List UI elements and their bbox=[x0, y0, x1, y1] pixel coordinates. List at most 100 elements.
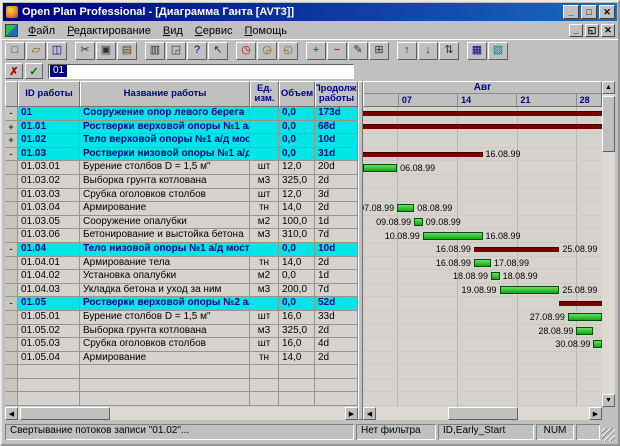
table-row[interactable]: 01.03.06Бетонирование и выстойка бетонам… bbox=[5, 229, 358, 243]
gantt-horizontal-scrollbar[interactable]: ◀ ▶ bbox=[363, 407, 602, 420]
gantt-bar[interactable] bbox=[363, 164, 397, 172]
gantt-bar[interactable] bbox=[576, 327, 593, 335]
table-row[interactable] bbox=[5, 392, 358, 406]
vscroll-thumb[interactable] bbox=[602, 96, 615, 152]
table-row[interactable]: -01Сооружение опор левого берега0,0173d bbox=[5, 107, 358, 121]
table-row[interactable]: 01.04.02Установка опалубким20,01d bbox=[5, 270, 358, 284]
resize-grip[interactable] bbox=[602, 428, 615, 441]
cut-button[interactable]: ✂ bbox=[75, 42, 95, 60]
time-analysis-button[interactable]: ◷ bbox=[236, 42, 256, 60]
edit-field[interactable]: 01 bbox=[48, 64, 354, 79]
help-button[interactable]: ? bbox=[187, 42, 207, 60]
menu-item-2[interactable]: Вид bbox=[157, 24, 189, 38]
paste-button[interactable]: ▤ bbox=[117, 42, 137, 60]
column-header-unit[interactable]: Ед. изм. bbox=[250, 81, 279, 107]
baseline-clock-button[interactable]: ◵ bbox=[278, 42, 298, 60]
table-view-button[interactable]: ▧ bbox=[488, 42, 508, 60]
gantt-hscroll-thumb[interactable] bbox=[448, 407, 518, 420]
column-header-volume[interactable]: Объем bbox=[279, 81, 315, 107]
child-restore-button[interactable]: ◱ bbox=[585, 24, 599, 37]
table-horizontal-scrollbar[interactable]: ◀ ▶ bbox=[5, 407, 358, 420]
scroll-right-arrow[interactable]: ▶ bbox=[345, 407, 358, 420]
table-row[interactable]: 01.05.01Бурение столбов D = 1,5 м"шт16,0… bbox=[5, 311, 358, 325]
gantt-scroll-right-arrow[interactable]: ▶ bbox=[589, 407, 602, 420]
menu-item-1[interactable]: Редактирование bbox=[61, 24, 157, 38]
gantt-bar[interactable] bbox=[559, 301, 602, 306]
table-hscroll-thumb[interactable] bbox=[20, 407, 110, 420]
save-file-button[interactable]: ◫ bbox=[47, 42, 67, 60]
scroll-left-arrow[interactable]: ◀ bbox=[5, 407, 18, 420]
table-hscroll-track[interactable] bbox=[18, 407, 345, 420]
menu-item-3[interactable]: Сервис bbox=[189, 24, 239, 38]
table-row[interactable]: +01.01Ростверки верховой опоры №1 а/д0,0… bbox=[5, 121, 358, 135]
cell-expand[interactable]: + bbox=[5, 121, 18, 135]
maximize-button[interactable]: □ bbox=[581, 5, 597, 19]
table-row[interactable] bbox=[5, 379, 358, 393]
gantt-bar[interactable] bbox=[414, 218, 423, 226]
gantt-bar[interactable] bbox=[397, 204, 414, 212]
column-header-name[interactable]: Название работы bbox=[80, 81, 250, 107]
table-row[interactable] bbox=[5, 365, 358, 379]
gantt-bar[interactable] bbox=[363, 111, 602, 116]
table-row[interactable]: 01.03.05Сооружение опалубким2100,01d bbox=[5, 216, 358, 230]
cancel-edit-button[interactable]: ✗ bbox=[5, 63, 23, 79]
table-row[interactable]: 01.04.01Армирование телатн14,02d bbox=[5, 257, 358, 271]
table-row[interactable]: 01.04.03Укладка бетона и уход за нимм320… bbox=[5, 284, 358, 298]
column-header-id[interactable]: ID работы bbox=[18, 81, 80, 107]
delete-activity-button[interactable]: − bbox=[327, 42, 347, 60]
child-close-button[interactable]: ✕ bbox=[601, 24, 615, 37]
copy-button[interactable]: ▣ bbox=[96, 42, 116, 60]
table-row[interactable]: -01.05Ростверки верховой опоры №2 а/д0,0… bbox=[5, 297, 358, 311]
add-activity-button[interactable]: + bbox=[306, 42, 326, 60]
move-down-button[interactable]: ↓ bbox=[418, 42, 438, 60]
print-preview-button[interactable]: ◲ bbox=[166, 42, 186, 60]
scroll-down-arrow[interactable]: ▼ bbox=[602, 394, 615, 407]
open-file-button[interactable]: ▱ bbox=[26, 42, 46, 60]
column-header-duration[interactable]: Продолж. работы bbox=[315, 81, 358, 107]
link-activities-button[interactable]: ⊞ bbox=[369, 42, 389, 60]
close-button[interactable]: ✕ bbox=[599, 5, 615, 19]
table-row[interactable]: -01.04Тело низовой опоры №1 а/д моста0,0… bbox=[5, 243, 358, 257]
cell-expand[interactable]: - bbox=[5, 243, 18, 257]
gantt-hscroll-track[interactable] bbox=[376, 407, 589, 420]
print-button[interactable]: ▥ bbox=[145, 42, 165, 60]
context-help-button[interactable]: ↖ bbox=[208, 42, 228, 60]
gantt-bar[interactable] bbox=[474, 259, 491, 267]
minimize-button[interactable]: _ bbox=[563, 5, 579, 19]
outline-button[interactable]: ⇅ bbox=[439, 42, 459, 60]
table-row[interactable]: -01.03Ростверки низовой опоры №1 а/д м0,… bbox=[5, 148, 358, 162]
cell-expand[interactable]: + bbox=[5, 134, 18, 148]
vertical-scrollbar[interactable]: ▲ ▼ bbox=[602, 81, 615, 420]
cell-expand[interactable]: - bbox=[5, 297, 18, 311]
confirm-edit-button[interactable]: ✓ bbox=[25, 63, 43, 79]
gantt-bar[interactable] bbox=[500, 286, 560, 294]
new-file-button[interactable]: □ bbox=[5, 42, 25, 60]
gantt-bar[interactable] bbox=[363, 124, 602, 129]
gantt-bar[interactable] bbox=[593, 340, 602, 348]
table-row[interactable]: +01.02Тело верховой опоры №1 а/д моста0,… bbox=[5, 134, 358, 148]
table-row[interactable]: 01.03.03Срубка оголовков столбовшт12,03d bbox=[5, 189, 358, 203]
menu-item-4[interactable]: Помощь bbox=[238, 24, 293, 38]
gantt-view-button[interactable]: ▦ bbox=[467, 42, 487, 60]
table-row[interactable]: 01.03.04Армированиетн14,02d bbox=[5, 202, 358, 216]
cell-expand[interactable]: - bbox=[5, 148, 18, 162]
child-window-icon[interactable] bbox=[5, 24, 18, 37]
table-row[interactable]: 01.05.04Армированиетн14,02d bbox=[5, 352, 358, 366]
scroll-up-arrow[interactable]: ▲ bbox=[602, 81, 615, 94]
gantt-bar[interactable] bbox=[423, 232, 483, 240]
child-minimize-button[interactable]: _ bbox=[569, 24, 583, 37]
edit-notes-button[interactable]: ✎ bbox=[348, 42, 368, 60]
column-header-expand[interactable] bbox=[5, 81, 18, 107]
table-row[interactable]: 01.05.03Срубка оголовков столбовшт16,04d bbox=[5, 338, 358, 352]
table-row[interactable]: 01.03.02Выборка грунта котлованам3325,02… bbox=[5, 175, 358, 189]
table-row[interactable]: 01.05.02Выборка грунта котлованам3325,02… bbox=[5, 325, 358, 339]
table-row[interactable]: 01.03.01Бурение столбов D = 1,5 м"шт12,0… bbox=[5, 161, 358, 175]
vscroll-track[interactable] bbox=[602, 94, 615, 394]
menu-item-0[interactable]: Файл bbox=[22, 24, 61, 38]
move-up-button[interactable]: ↑ bbox=[397, 42, 417, 60]
gantt-bar[interactable] bbox=[363, 152, 483, 157]
gantt-bar[interactable] bbox=[474, 247, 559, 252]
gantt-bar[interactable] bbox=[568, 313, 602, 321]
gantt-bar[interactable] bbox=[491, 272, 500, 280]
cell-expand[interactable]: - bbox=[5, 107, 18, 121]
